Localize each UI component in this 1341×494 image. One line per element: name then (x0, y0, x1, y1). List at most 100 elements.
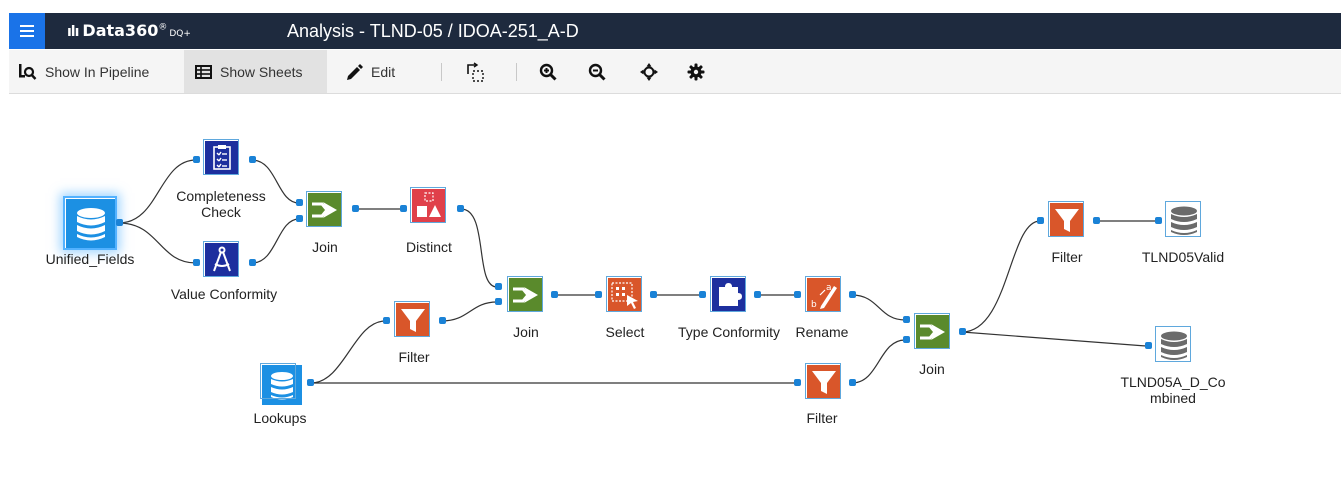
input-port[interactable] (699, 291, 706, 298)
join-icon (916, 315, 950, 349)
input-port[interactable] (193, 156, 200, 163)
input-port[interactable] (1037, 217, 1044, 224)
node-label: Rename (795, 324, 849, 340)
input-port[interactable] (495, 298, 502, 305)
node-distinct[interactable] (410, 187, 446, 223)
logo-suffix: DQ+ (169, 29, 191, 39)
output-port[interactable] (849, 379, 856, 386)
input-port[interactable] (595, 291, 602, 298)
center-target-icon (640, 63, 658, 81)
show-in-pipeline-button[interactable]: Show In Pipeline (19, 50, 149, 93)
toolbar-divider (441, 63, 442, 81)
node-filter-2[interactable] (805, 363, 841, 399)
show-sheets-button[interactable]: Show Sheets (184, 50, 327, 93)
node-label: Lookups (253, 410, 307, 426)
node-label: Completeness (176, 188, 266, 204)
input-port[interactable] (383, 317, 390, 324)
output-port[interactable] (1093, 217, 1100, 224)
node-label: Unified_Fields (45, 251, 135, 267)
node-label: mbined (1150, 390, 1196, 406)
zoom-out-button[interactable] (586, 61, 608, 83)
node-unified-fields[interactable] (63, 196, 117, 250)
input-port[interactable] (794, 291, 801, 298)
node-filter-1[interactable] (394, 301, 430, 337)
select-area-button[interactable] (464, 61, 486, 83)
edit-button[interactable]: Edit (345, 50, 395, 93)
output-port[interactable] (551, 291, 558, 298)
input-port[interactable] (903, 336, 910, 343)
node-value-conformity[interactable] (203, 241, 239, 277)
hamburger-line (20, 35, 34, 37)
show-sheets-label: Show Sheets (220, 63, 303, 80)
output-port[interactable] (116, 219, 123, 226)
output-port[interactable] (249, 259, 256, 266)
input-port[interactable] (296, 215, 303, 222)
output-port[interactable] (352, 205, 359, 212)
settings-button[interactable] (685, 61, 707, 83)
input-port[interactable] (903, 316, 910, 323)
input-port[interactable] (193, 259, 200, 266)
node-select[interactable] (606, 276, 642, 312)
filter-icon (396, 303, 430, 337)
node-rename[interactable]: a b (805, 276, 841, 312)
node-join-1[interactable] (306, 191, 342, 227)
hamburger-line (20, 30, 34, 32)
table-icon (195, 64, 212, 79)
input-port[interactable] (1155, 217, 1162, 224)
pipeline-canvas[interactable]: Unified_Fields Completeness Check Value … (9, 95, 1341, 494)
output-port[interactable] (457, 205, 464, 212)
center-button[interactable] (638, 61, 660, 83)
node-join-3[interactable] (914, 313, 950, 349)
select-icon (608, 278, 642, 312)
node-type-conformity[interactable] (710, 276, 746, 312)
node-label: TLND05A_D_Co (1120, 374, 1226, 390)
node-completeness-check[interactable] (203, 139, 239, 175)
input-port[interactable] (296, 199, 303, 206)
connection-filter1-join2 (441, 301, 498, 322)
node-label: TLND05Valid (1141, 249, 1225, 265)
connection-join3-combined (961, 331, 1147, 347)
output-port[interactable] (439, 317, 446, 324)
node-filter-3[interactable] (1048, 201, 1084, 237)
database-icon (66, 199, 116, 249)
node-label: Filter (1051, 249, 1083, 265)
output-port[interactable] (754, 291, 761, 298)
output-port[interactable] (650, 291, 657, 298)
node-label: Filter (398, 349, 430, 365)
connection-conformity-join1 (251, 218, 300, 264)
node-lookups[interactable] (260, 363, 302, 405)
input-port[interactable] (495, 283, 502, 290)
node-label: Value Conformity (170, 286, 278, 302)
node-label: Type Conformity (678, 324, 780, 340)
input-port[interactable] (1145, 342, 1152, 349)
rename-icon: a b (807, 278, 841, 312)
zoom-in-icon (539, 63, 557, 81)
connection-join3-filter3 (961, 220, 1041, 333)
node-tlnd05a-d-combined[interactable] (1155, 326, 1191, 362)
filter-icon (1050, 203, 1084, 237)
zoom-in-button[interactable] (537, 61, 559, 83)
pencil-icon (347, 63, 363, 80)
input-port[interactable] (794, 379, 801, 386)
connection-rename-join3 (851, 294, 906, 321)
database-icon (262, 365, 302, 405)
node-label: Select (605, 324, 645, 340)
output-port[interactable] (959, 328, 966, 335)
join-icon (509, 278, 543, 312)
input-port[interactable] (400, 205, 407, 212)
select-area-icon (467, 62, 484, 82)
menu-button[interactable] (9, 13, 45, 49)
pipeline-search-icon (19, 63, 37, 80)
output-port[interactable] (249, 156, 256, 163)
node-join-2[interactable] (507, 276, 543, 312)
app-logo[interactable]: ılı Data360®DQ+ (67, 21, 191, 40)
compass-icon (205, 243, 239, 277)
checklist-icon (205, 141, 239, 175)
output-port[interactable] (849, 291, 856, 298)
edit-label: Edit (371, 63, 396, 80)
toolbar: Show In Pipeline Show Sheets Edit (9, 50, 1341, 94)
node-tlnd05valid[interactable] (1165, 201, 1201, 237)
output-port[interactable] (307, 379, 314, 386)
node-label: Filter (806, 410, 838, 426)
node-label: Join (513, 324, 539, 340)
